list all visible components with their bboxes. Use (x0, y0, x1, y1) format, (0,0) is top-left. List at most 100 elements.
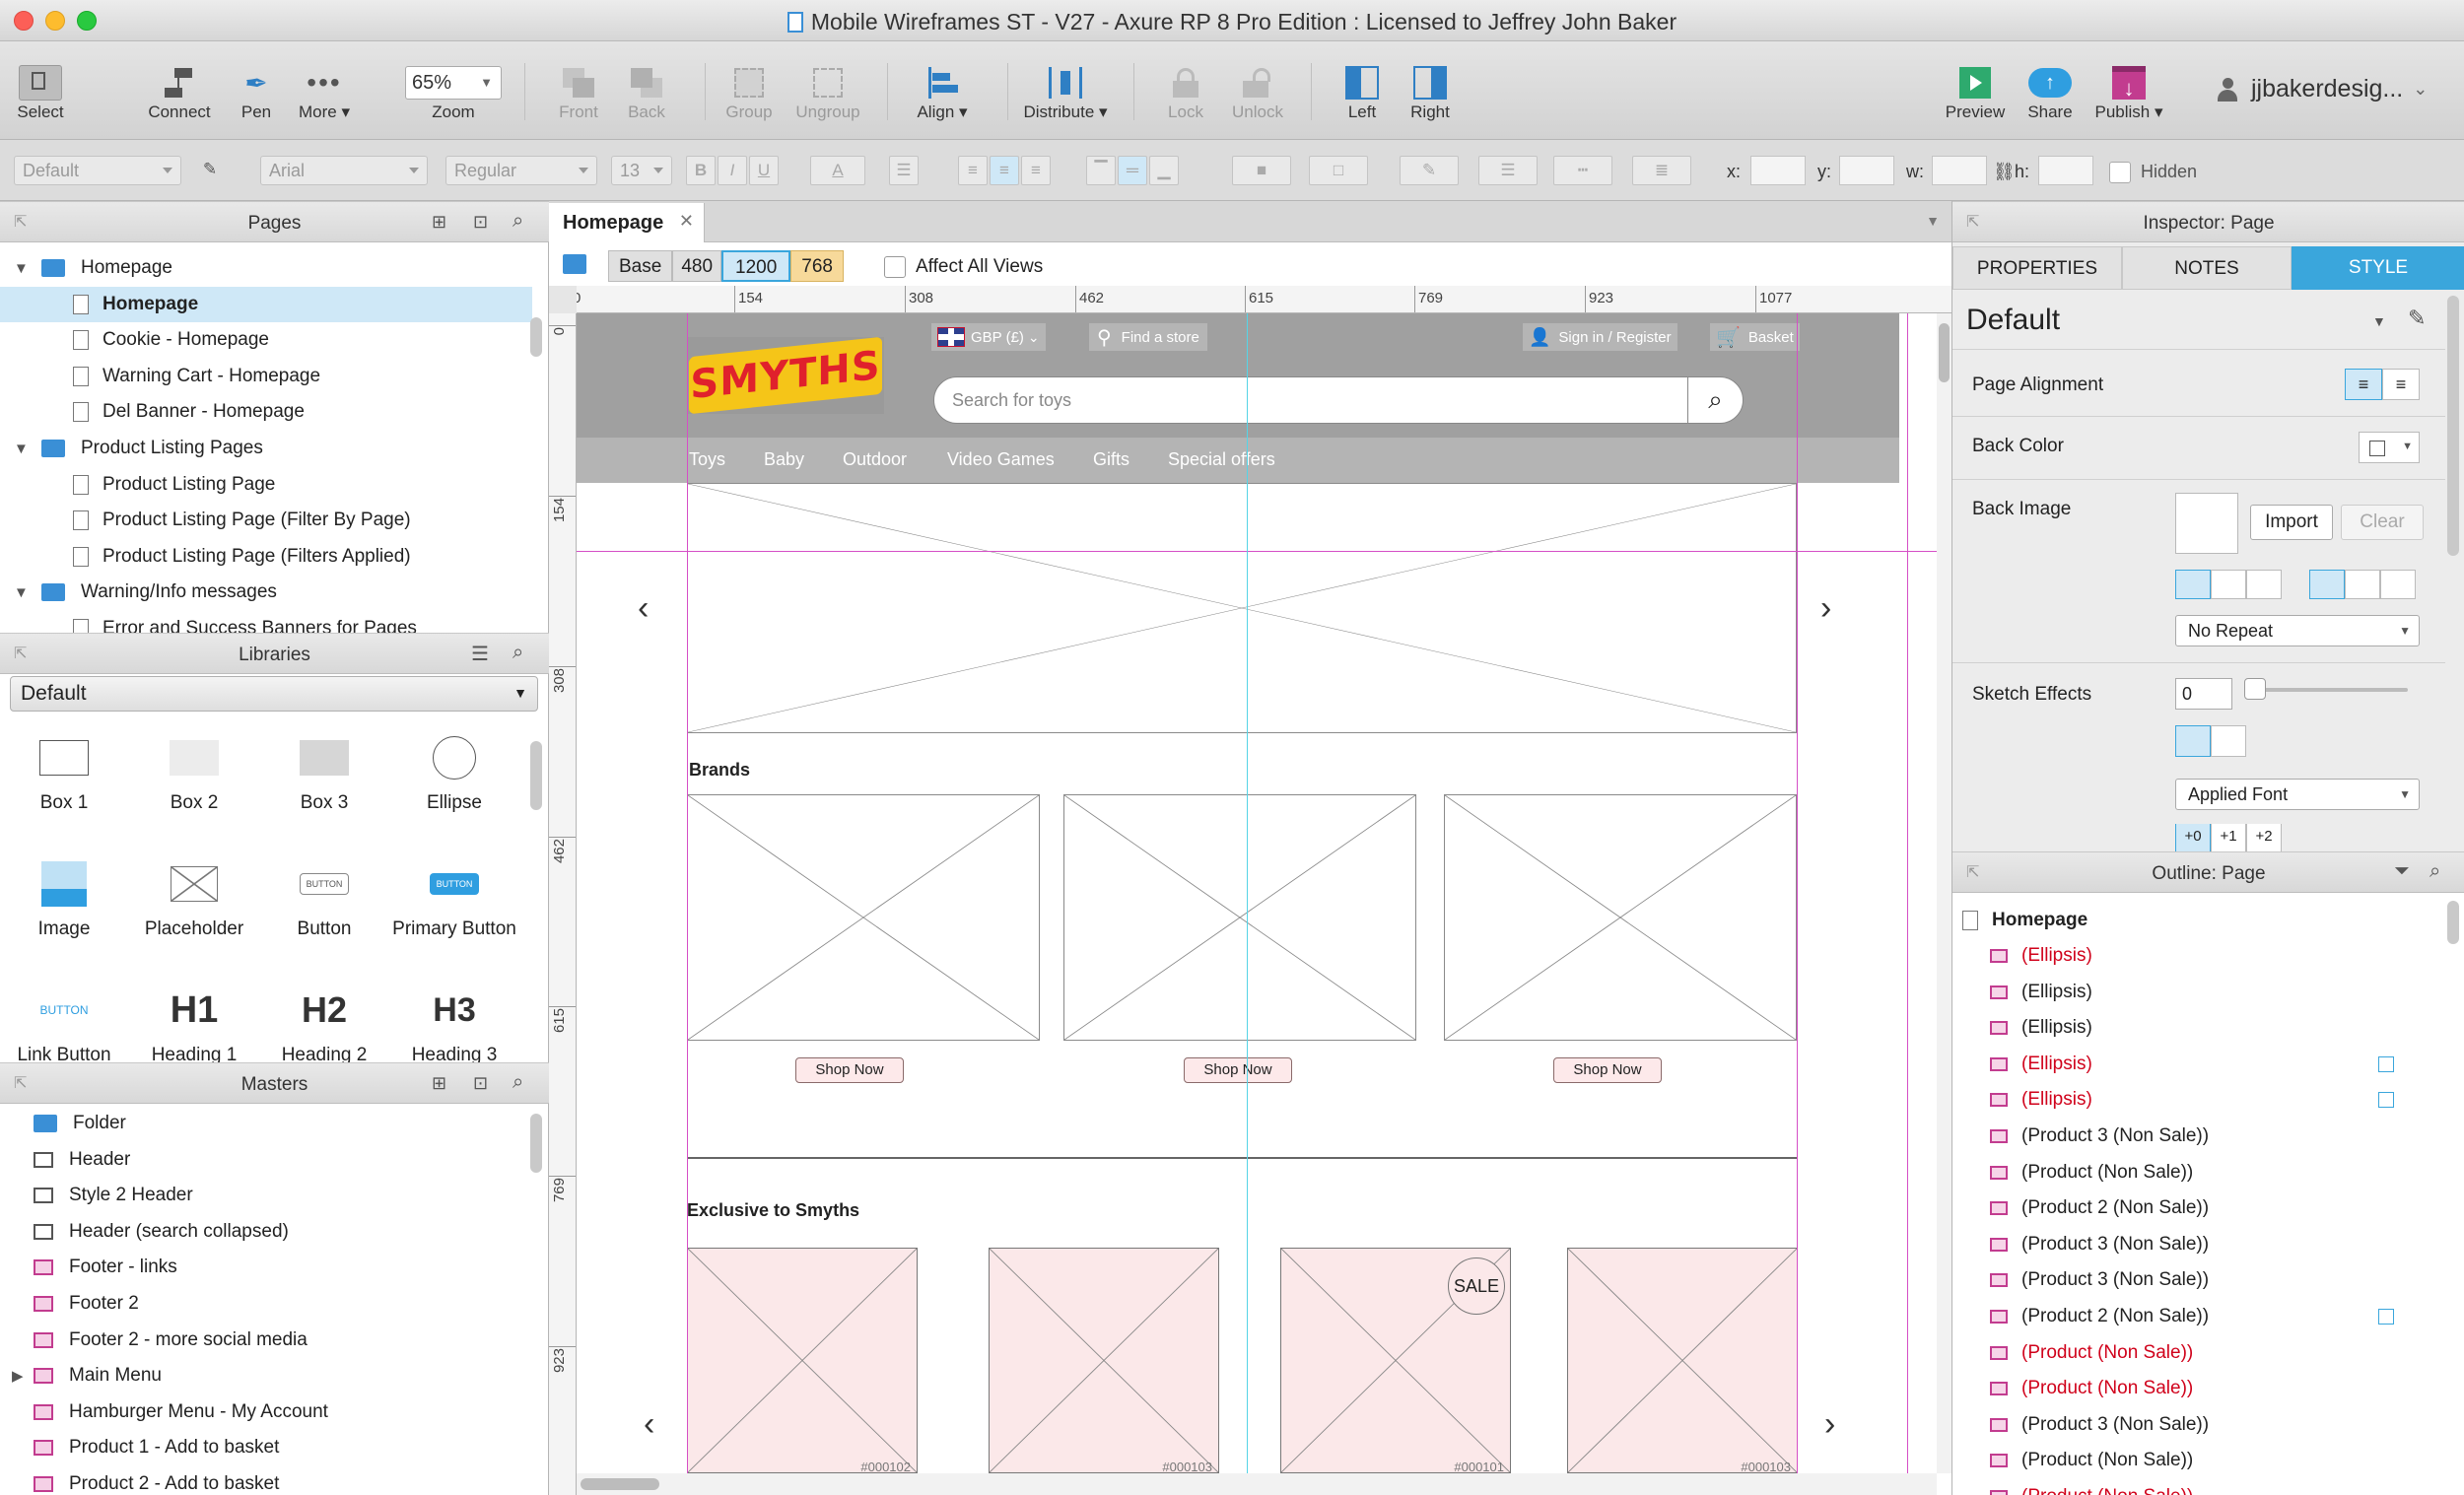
hidden-checkbox[interactable] (2109, 162, 2131, 183)
product-tile[interactable]: #000102 (687, 1248, 918, 1473)
master-item[interactable]: Footer 2 - more social media (0, 1323, 532, 1358)
outline-item[interactable]: (Product (Non Sale)) (1990, 1443, 2193, 1478)
arrow-style-button[interactable]: ≣ (1632, 156, 1691, 185)
scroll-thumb[interactable] (581, 1478, 659, 1490)
font-step-button[interactable]: +0 (2175, 824, 2211, 851)
page-item[interactable]: Cookie - Homepage (0, 322, 532, 358)
tabs-menu-icon[interactable]: ▼ (1926, 213, 1940, 229)
widget-link-button[interactable]: BUTTON Link Button (0, 976, 128, 1066)
menu-icon[interactable]: ☰ (471, 642, 489, 666)
masters-scrollbar[interactable] (530, 1114, 542, 1173)
style-select[interactable]: Default (14, 156, 181, 185)
widget-button[interactable]: BUTTON Button (260, 849, 388, 940)
more-tools-button[interactable]: ••• More ▾ (275, 63, 374, 122)
page-item[interactable]: Product Listing Page (Filter By Page) (0, 503, 532, 538)
outline-item[interactable]: (Product (Non Sale)) (1990, 1371, 2193, 1406)
widget-placeholder[interactable]: Placeholder (130, 849, 258, 940)
font-family-select[interactable]: Arial (260, 156, 428, 185)
distribute-menu[interactable]: Distribute ▾ (1016, 63, 1115, 122)
nav-item[interactable]: Baby (764, 449, 804, 470)
nav-item[interactable]: Video Games (947, 449, 1055, 470)
master-item[interactable]: Product 1 - Add to basket (0, 1430, 532, 1465)
outline-item[interactable]: (Product 3 (Non Sale)) (1990, 1119, 2209, 1154)
underline-button[interactable]: U (749, 156, 779, 185)
scroll-thumb[interactable] (1939, 323, 1950, 382)
page-folder[interactable]: ▼ Homepage (0, 250, 532, 286)
libraries-scrollbar[interactable] (530, 741, 542, 810)
master-item[interactable]: Header (0, 1142, 532, 1178)
align-menu[interactable]: Align ▾ (893, 63, 992, 122)
widget-box1[interactable]: Box 1 (0, 723, 128, 814)
disclosure-triangle-icon[interactable]: ▼ (14, 584, 30, 601)
products-prev-icon[interactable]: ‹ (644, 1405, 654, 1444)
fill-color-button[interactable]: ■ (1232, 156, 1291, 185)
affect-all-views-checkbox[interactable] (884, 256, 906, 278)
outline-item[interactable]: (Ellipsis) (1990, 975, 2092, 1010)
outline-item[interactable]: (Product 3 (Non Sale)) (1990, 1227, 2209, 1262)
carousel-prev-icon[interactable]: ‹ (638, 589, 649, 628)
view-768[interactable]: 768 (790, 250, 844, 282)
guide-line[interactable] (577, 551, 1937, 552)
add-master-icon[interactable]: ⊞ (432, 1073, 446, 1094)
style-edit-icon[interactable]: ✎ (195, 156, 225, 185)
color-image-icon[interactable] (2175, 725, 2211, 757)
add-page-icon[interactable]: ⊞ (432, 212, 446, 233)
outline-item[interactable]: (Ellipsis) (1990, 1047, 2092, 1082)
products-next-icon[interactable]: › (1824, 1405, 1835, 1444)
widget-heading1[interactable]: H1 Heading 1 (130, 976, 258, 1066)
user-account-menu[interactable]: jjbakerdesig... ⌄ (2218, 75, 2428, 103)
disclosure-triangle-icon[interactable]: ▼ (14, 260, 30, 277)
zoom-control[interactable]: 65% ▼ Zoom (404, 63, 503, 122)
add-folder-icon[interactable]: ⊡ (473, 1073, 488, 1094)
master-item[interactable]: Hamburger Menu - My Account (0, 1394, 532, 1430)
line-style-button[interactable]: ┅ (1553, 156, 1612, 185)
align-center-icon[interactable] (2211, 570, 2246, 599)
nav-item[interactable]: Special offers (1168, 449, 1275, 470)
site-search-input[interactable]: Search for toys ⌕ (933, 376, 1744, 424)
outline-item[interactable]: (Product 3 (Non Sale)) (1990, 1262, 2209, 1298)
pages-scrollbar[interactable] (530, 317, 542, 357)
guide-line[interactable] (1907, 313, 1908, 1473)
sketch-value-input[interactable]: 0 (2175, 678, 2232, 710)
close-tab-icon[interactable]: ✕ (679, 211, 694, 232)
basket-link[interactable]: 🛒 Basket (1710, 323, 1800, 351)
link-size-icon[interactable]: ⛓ (1993, 162, 2016, 182)
brand-tile[interactable] (1444, 794, 1797, 1041)
bullet-list-button[interactable]: ☰ (889, 156, 919, 185)
page-item[interactable]: Homepage (0, 286, 532, 322)
page-folder[interactable]: ▼ Product Listing Pages (0, 431, 532, 466)
smyths-logo[interactable]: SMYTHS (689, 336, 882, 415)
widget-primary-button[interactable]: BUTTON Primary Button (390, 849, 518, 940)
brand-tile[interactable] (687, 794, 1040, 1041)
line-width-button[interactable]: ☰ (1478, 156, 1538, 185)
shadow-button[interactable]: □ (1309, 156, 1368, 185)
valign-middle-button[interactable]: ═ (1118, 156, 1147, 185)
align-left-icon[interactable]: ≡ (2345, 369, 2382, 400)
tab-homepage[interactable]: Homepage ✕ (549, 203, 705, 242)
import-button[interactable]: Import (2250, 505, 2333, 540)
slider-thumb[interactable] (2244, 678, 2266, 700)
valign-top-button[interactable]: ▔ (1086, 156, 1116, 185)
right-pane-toggle[interactable]: Right (1381, 63, 1479, 122)
send-to-back-button[interactable]: Back (597, 63, 696, 122)
align-left-button[interactable]: ≡ (958, 156, 988, 185)
currency-select[interactable]: GBP (£) ⌄ (931, 323, 1046, 351)
align-left-icon[interactable] (2175, 570, 2211, 599)
widget-heading2[interactable]: H2 Heading 2 (260, 976, 388, 1066)
page-item[interactable]: Product Listing Page (0, 467, 532, 503)
search-icon[interactable]: ⌕ (513, 210, 523, 233)
view-480[interactable]: 480 (672, 250, 722, 282)
canvas-vertical-scrollbar[interactable] (1937, 313, 1951, 1473)
zoom-select[interactable]: 65% ▼ (405, 66, 502, 100)
tab-notes[interactable]: NOTES (2122, 246, 2292, 290)
font-color-button[interactable]: A (810, 156, 865, 185)
master-folder[interactable]: Folder (0, 1106, 532, 1141)
nav-item[interactable]: Toys (689, 449, 725, 470)
publish-menu[interactable]: ↓ Publish ▾ (2080, 63, 2178, 122)
font-weight-select[interactable]: Regular (445, 156, 597, 185)
w-input[interactable] (1932, 156, 1987, 185)
adaptive-views-icon[interactable] (563, 254, 586, 274)
shop-now-button[interactable]: Shop Now (1553, 1057, 1662, 1083)
filter-icon[interactable]: ⏷ (2394, 860, 2410, 883)
font-step-button[interactable]: +1 (2211, 824, 2246, 851)
